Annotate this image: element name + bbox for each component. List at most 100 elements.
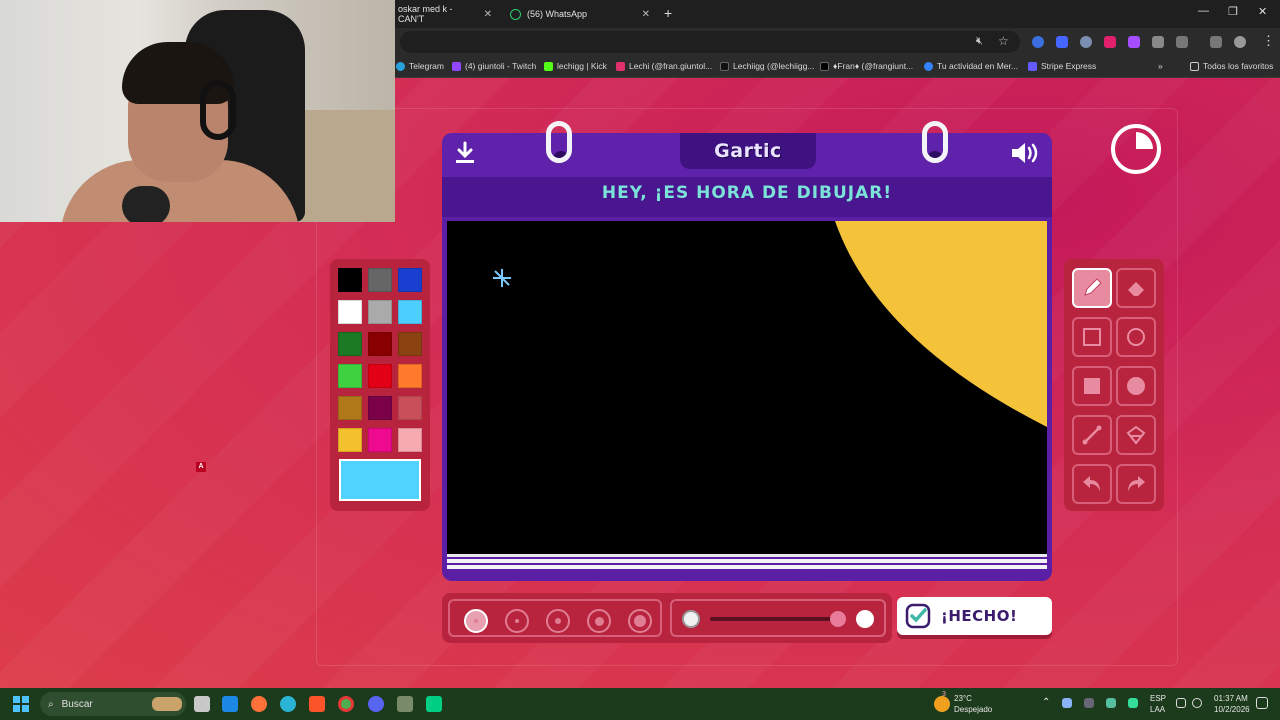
discord-icon[interactable] [368, 696, 384, 712]
line-tool[interactable] [1072, 415, 1112, 455]
undo-tool[interactable] [1072, 464, 1112, 504]
color-swatch[interactable] [398, 300, 422, 324]
sound-icon[interactable] [1010, 141, 1040, 170]
tray-icon[interactable] [1106, 698, 1116, 708]
extension-icon[interactable] [1128, 36, 1140, 48]
bookmark-instagram[interactable]: Lechi (@fran.giuntol... [616, 61, 712, 71]
profile-icon[interactable] [1234, 36, 1246, 48]
circle-outline-tool[interactable] [1116, 317, 1156, 357]
close-icon[interactable]: ✕ [484, 9, 492, 20]
omnibox[interactable] [400, 31, 1020, 53]
download-icon[interactable] [453, 141, 477, 170]
color-swatch[interactable] [368, 428, 392, 452]
circle-filled-tool[interactable] [1116, 366, 1156, 406]
color-swatch[interactable] [398, 428, 422, 452]
new-tab-icon[interactable]: + [664, 5, 672, 21]
extensions-puzzle-icon[interactable] [1176, 36, 1188, 48]
weather-desc: Despejado [954, 705, 993, 714]
tray-icon[interactable] [1062, 698, 1072, 708]
extension-icon[interactable] [1032, 36, 1044, 48]
eraser-tool[interactable] [1116, 268, 1156, 308]
extension-icon[interactable] [1152, 36, 1164, 48]
edge-icon[interactable] [280, 696, 296, 712]
app-icon[interactable] [397, 696, 413, 712]
folder-icon [1190, 61, 1199, 71]
opacity-track[interactable] [710, 617, 840, 621]
all-bookmarks[interactable]: Todos los favoritos [1190, 61, 1273, 71]
color-swatch[interactable] [338, 268, 362, 292]
weather-temp: 23°C [954, 694, 972, 703]
brush-size-3[interactable] [546, 609, 570, 633]
pencil-tool[interactable] [1072, 268, 1112, 308]
obs-icon[interactable] [426, 696, 442, 712]
rectangle-filled-tool[interactable] [1072, 366, 1112, 406]
color-swatch[interactable] [368, 300, 392, 324]
extension-icon[interactable] [1056, 36, 1068, 48]
taskbar-search[interactable]: ⌕ Buscar [40, 692, 186, 716]
tab-music[interactable]: oskar med k - CAN'T ✕ [390, 2, 500, 26]
bookmark-stripe[interactable]: Stripe Express [1028, 61, 1096, 71]
chrome-icon[interactable] [338, 696, 354, 712]
instagram-icon [616, 61, 625, 71]
tab-whatsapp[interactable]: (56) WhatsApp ✕ [502, 2, 658, 26]
bookmark-twitch[interactable]: (4) giuntoli - Twitch [452, 61, 536, 71]
extension-icon[interactable] [1080, 36, 1092, 48]
language-code[interactable]: ESP [1150, 694, 1166, 704]
binder-ring-left [546, 121, 572, 163]
tray-icon[interactable] [1084, 698, 1094, 708]
color-swatch[interactable] [368, 364, 392, 388]
star-icon[interactable]: ☆ [998, 34, 1009, 48]
bookmark-kick[interactable]: lechigg | Kick [544, 61, 607, 71]
notifications-icon[interactable] [1256, 697, 1268, 709]
redo-tool[interactable] [1116, 464, 1156, 504]
close-window-icon[interactable]: ✕ [1258, 5, 1267, 18]
brush-size-1[interactable] [464, 609, 488, 633]
volume-icon[interactable] [1192, 698, 1202, 708]
rectangle-outline-tool[interactable] [1072, 317, 1112, 357]
drawing-canvas[interactable] [447, 221, 1047, 557]
network-icon[interactable] [1176, 698, 1186, 708]
color-swatch[interactable] [398, 332, 422, 356]
color-swatch[interactable] [368, 268, 392, 292]
bookmark-x[interactable]: ♦Fran♦ (@frangiunt... [820, 61, 913, 71]
menu-icon[interactable]: ⋮ [1262, 33, 1275, 49]
color-swatch[interactable] [338, 364, 362, 388]
weather-badge: 3 [942, 691, 946, 698]
extension-icon[interactable] [1104, 36, 1116, 48]
bookmark-telegram[interactable]: Telegram [396, 61, 444, 71]
tray-chevron-icon[interactable]: ⌃ [1042, 698, 1050, 708]
color-swatch[interactable] [368, 396, 392, 420]
headline: HEY, ¡ES HORA DE DIBUJAR! [601, 183, 893, 203]
bookmark-mercadolibre[interactable]: Tu actividad en Mer... [924, 61, 1018, 71]
brave-icon[interactable] [309, 696, 325, 712]
microphone-icon[interactable] [1128, 698, 1138, 708]
more-bookmarks-icon[interactable]: » [1158, 61, 1163, 71]
check-icon [905, 603, 931, 629]
color-swatch[interactable] [398, 268, 422, 292]
bookmark-tiktok[interactable]: Lechiigg (@lechiigg... [720, 61, 814, 71]
clock-time[interactable]: 01:37 AM [1214, 694, 1248, 704]
firefox-icon[interactable] [251, 696, 267, 712]
color-swatch[interactable] [338, 332, 362, 356]
minimize-icon[interactable]: — [1198, 5, 1209, 17]
close-icon[interactable]: ✕ [642, 9, 650, 20]
color-swatch[interactable] [338, 428, 362, 452]
color-swatch[interactable] [368, 332, 392, 356]
done-button[interactable]: ¡HECHO! [897, 597, 1052, 635]
reading-list-icon[interactable] [1210, 36, 1222, 48]
opacity-handle[interactable] [830, 611, 846, 627]
task-view-icon[interactable] [194, 696, 210, 712]
color-swatch[interactable] [338, 396, 362, 420]
brush-size-4[interactable] [587, 609, 611, 633]
brush-size-2[interactable] [505, 609, 529, 633]
brush-size-5[interactable] [628, 609, 652, 633]
restore-icon[interactable]: ❐ [1228, 5, 1238, 18]
windows-start-icon[interactable] [13, 696, 29, 712]
mute-icon[interactable]: 🔇︎ [976, 35, 983, 48]
color-swatch[interactable] [338, 300, 362, 324]
paper-edge [447, 559, 1047, 563]
color-swatch[interactable] [398, 396, 422, 420]
color-swatch[interactable] [398, 364, 422, 388]
app-icon[interactable] [222, 696, 238, 712]
fill-bucket-tool[interactable] [1116, 415, 1156, 455]
